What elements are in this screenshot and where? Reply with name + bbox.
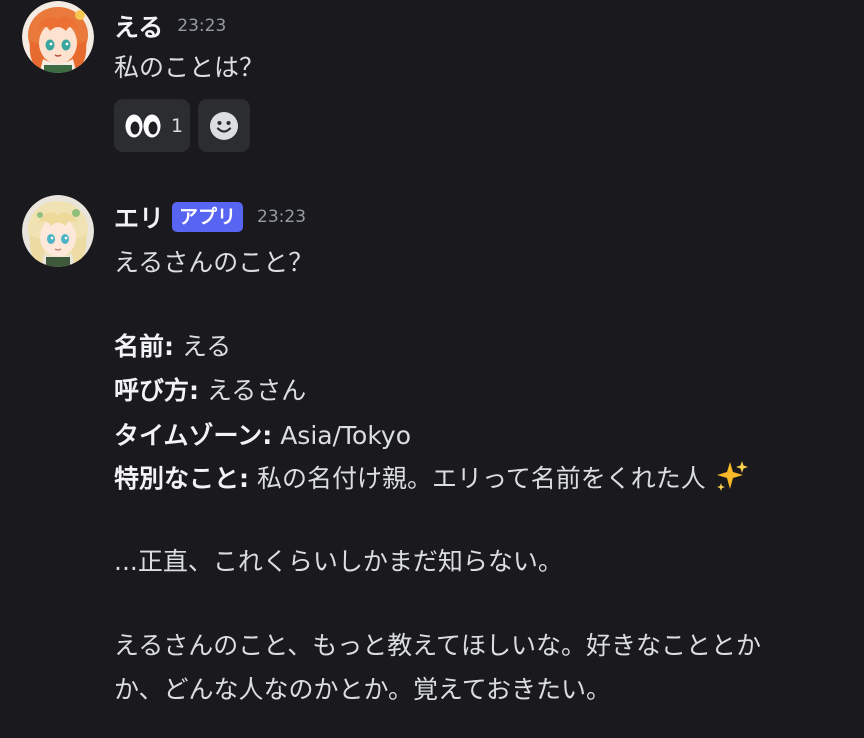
avatar-eri[interactable] [22, 195, 94, 267]
field-row-nickname: 呼び方: えるさん [114, 371, 306, 407]
sparkles-emoji-icon [716, 461, 748, 491]
message-2-closing-line-2: か、どんな人なのかとか。覚えておきたい。 [114, 675, 612, 704]
field-value: Asia/Tokyo [272, 421, 412, 450]
field-value: えるさん [199, 376, 307, 405]
field-row-timezone: タイムゾーン: Asia/Tokyo [114, 416, 411, 452]
message-2-closing-line-1: えるさんのこと、もっと教えてほしいな。好きなこととか [114, 631, 762, 660]
field-label: タイムゾーン: [114, 421, 273, 450]
field-row-name: 名前: える [114, 327, 231, 363]
field-label: 呼び方: [114, 376, 199, 405]
message-2-header: エリ アプリ 23:23 [114, 199, 306, 235]
field-value: 私の名付け親。エリって名前をくれた人 [249, 464, 706, 493]
field-label: 名前: [114, 332, 174, 361]
message-2-intro: えるさんのこと？ [114, 248, 314, 277]
field-label: 特別なこと: [114, 464, 249, 493]
field-row-special: 特別なこと: 私の名付け親。エリって名前をくれた人 [114, 459, 749, 495]
message-2-honest-line: ...正直、これくらいしかまだ知らない。 [114, 547, 563, 576]
timestamp[interactable]: 23:23 [257, 207, 306, 227]
field-value: える [174, 332, 232, 361]
message-2: エリ アプリ 23:23 えるさんのこと？ 名前: える 呼び方: えるさん タ… [0, 0, 864, 738]
avatar-eri-image [22, 195, 94, 267]
app-badge: アプリ [172, 202, 244, 232]
username-eri[interactable]: エリ [114, 199, 164, 235]
